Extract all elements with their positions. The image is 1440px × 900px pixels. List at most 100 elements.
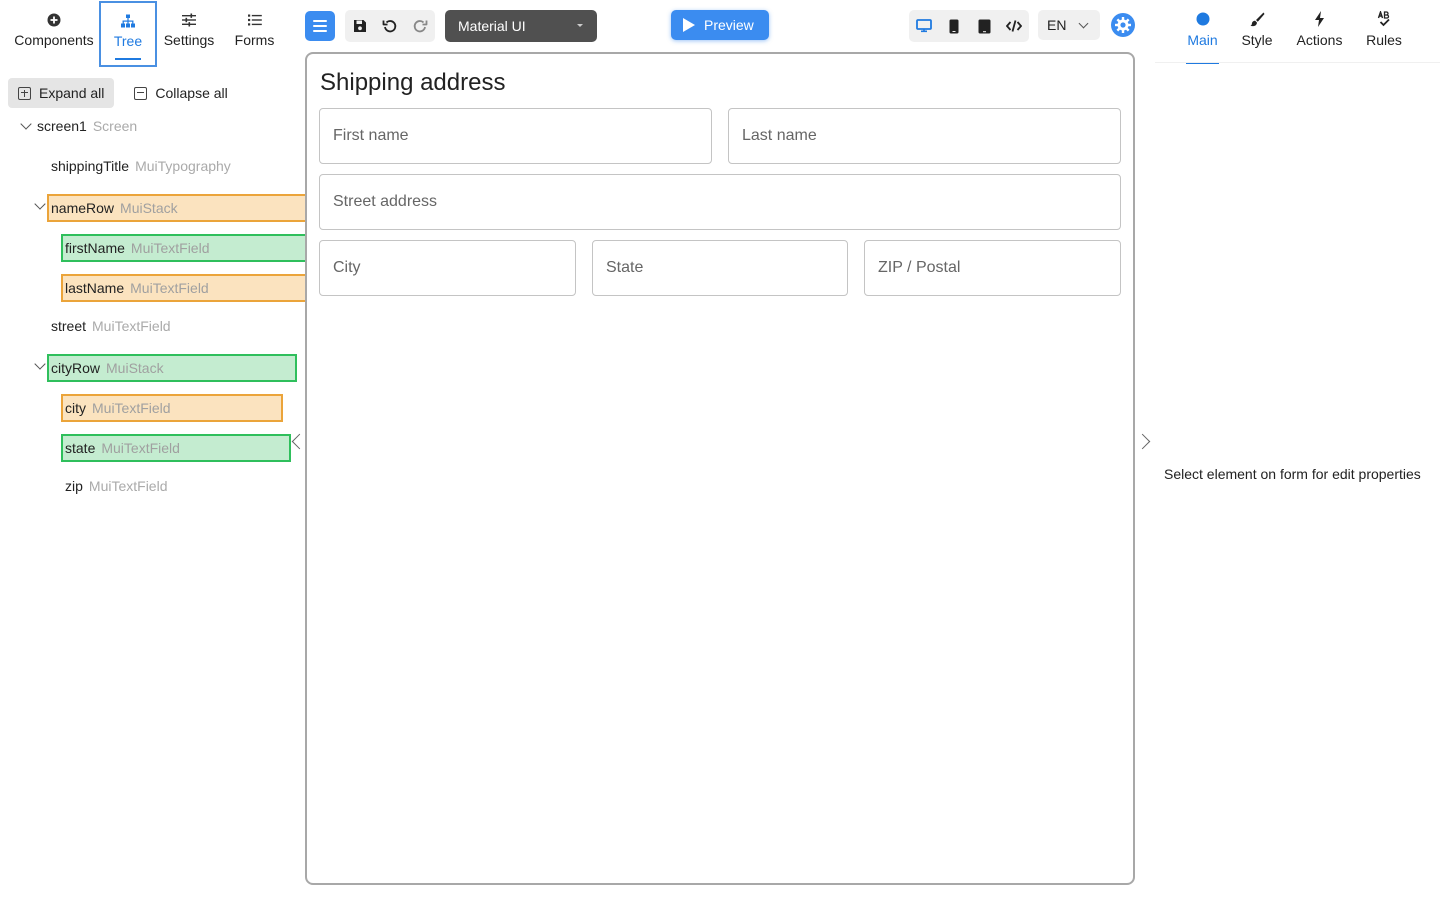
device-toolbar — [909, 10, 1029, 42]
tab-label: Tree — [113, 33, 143, 49]
tab-label: Rules — [1366, 32, 1402, 48]
hamburger-icon — [313, 20, 327, 22]
tree-node-shippingTitle[interactable]: shippingTitle MuiTypography — [51, 152, 231, 180]
node-name: zip — [65, 478, 83, 494]
tree-node-city[interactable]: city MuiTextField — [61, 394, 283, 422]
node-name: street — [51, 318, 87, 334]
expand-icon — [18, 86, 31, 100]
node-name: cityRow — [51, 360, 101, 376]
mobile-view-button[interactable] — [939, 10, 969, 42]
node-name: city — [65, 400, 86, 416]
tree-node-screen1[interactable]: screen1 Screen — [37, 112, 137, 140]
collapse-icon — [134, 86, 148, 100]
rules-icon — [1376, 10, 1392, 28]
state-field[interactable]: State — [592, 240, 848, 296]
tab-style[interactable]: Style — [1240, 10, 1274, 64]
tablet-icon — [978, 19, 990, 33]
mobile-icon — [949, 19, 959, 33]
node-name: state — [65, 440, 96, 456]
caret-down-icon — [577, 24, 583, 27]
tree-node-firstName[interactable]: firstName MuiTextField — [61, 234, 321, 262]
tab-components[interactable]: Components — [6, 2, 102, 66]
tree-node-nameRow[interactable]: nameRow MuiStack — [47, 194, 310, 222]
save-button[interactable] — [345, 10, 375, 42]
tab-rules[interactable]: Rules — [1365, 10, 1403, 64]
language-select[interactable]: EN — [1038, 10, 1100, 40]
tab-label: Actions — [1296, 32, 1343, 48]
left-tabs: Components Tree Settings Forms — [0, 0, 300, 67]
properties-placeholder-message: Select element on form for edit properti… — [1164, 466, 1421, 482]
node-name: lastName — [65, 280, 125, 296]
play-icon — [683, 18, 695, 32]
tab-label: Main — [1187, 32, 1218, 48]
tab-forms[interactable]: Forms — [227, 2, 282, 66]
chevron-down-icon[interactable] — [34, 358, 46, 370]
tree-node-cityRow[interactable]: cityRow MuiStack — [47, 354, 297, 382]
tab-label: Components — [14, 32, 94, 48]
chevron-down-icon[interactable] — [34, 198, 46, 210]
node-type: MuiTextField — [92, 400, 171, 416]
node-type: MuiTextField — [92, 318, 171, 334]
first-name-field[interactable]: First name — [319, 108, 712, 164]
tree-node-lastName[interactable]: lastName MuiTextField — [61, 274, 320, 302]
desktop-icon — [916, 19, 932, 33]
redo-button[interactable] — [405, 10, 435, 42]
code-view-button[interactable] — [999, 10, 1029, 42]
expand-all-label: Expand all — [39, 85, 105, 101]
tree-actions: Expand all Collapse all — [8, 78, 238, 108]
undo-icon — [382, 20, 397, 33]
tree-node-street[interactable]: street MuiTextField — [51, 312, 171, 340]
chevron-down-icon — [1078, 18, 1089, 29]
form-title[interactable]: Shipping address — [320, 69, 505, 97]
save-icon — [354, 20, 366, 32]
collapse-all-label: Collapse all — [155, 85, 228, 101]
hierarchy-icon — [121, 13, 135, 29]
last-name-field[interactable]: Last name — [728, 108, 1121, 164]
tree-node-state[interactable]: state MuiTextField — [61, 434, 291, 462]
theme-select[interactable]: Material UI — [445, 10, 597, 42]
tab-tree[interactable]: Tree — [99, 1, 157, 67]
street-address-field[interactable]: Street address — [319, 174, 1121, 230]
sliders-icon — [182, 12, 196, 28]
node-name: shippingTitle — [51, 158, 130, 174]
city-field[interactable]: City — [319, 240, 576, 296]
node-name: screen1 — [37, 118, 87, 134]
tablet-view-button[interactable] — [969, 10, 999, 42]
theme-select-value: Material UI — [458, 18, 526, 34]
settings-gear-button[interactable] — [1111, 13, 1135, 37]
tab-main[interactable]: Main — [1186, 10, 1219, 64]
zip-field[interactable]: ZIP / Postal — [864, 240, 1121, 296]
node-type: Screen — [92, 118, 138, 134]
menu-button[interactable] — [305, 11, 335, 41]
tab-label: Forms — [234, 32, 275, 48]
node-type: MuiStack — [120, 200, 178, 216]
tab-actions[interactable]: Actions — [1296, 10, 1343, 64]
collapse-right-panel-arrow[interactable] — [1134, 433, 1151, 450]
tree-node-zip[interactable]: zip MuiTextField — [65, 472, 168, 500]
dot-icon — [1196, 10, 1210, 28]
form-canvas[interactable]: Shipping address First name Last name St… — [305, 52, 1135, 885]
redo-icon — [413, 20, 428, 33]
list-icon — [247, 12, 262, 28]
plus-circle-icon — [47, 12, 61, 28]
undo-button[interactable] — [375, 10, 405, 42]
lightning-icon — [1314, 10, 1326, 28]
brush-icon — [1249, 10, 1265, 28]
node-type: MuiTypography — [135, 158, 231, 174]
desktop-view-button[interactable] — [909, 10, 939, 42]
collapse-all-button[interactable]: Collapse all — [124, 78, 237, 108]
language-value: EN — [1047, 17, 1067, 33]
node-name: nameRow — [51, 200, 115, 216]
tab-settings[interactable]: Settings — [160, 2, 218, 66]
node-type: MuiStack — [106, 360, 164, 376]
code-icon — [1006, 20, 1022, 32]
right-panel-divider — [1155, 62, 1440, 63]
chevron-down-icon[interactable] — [20, 118, 32, 130]
history-toolbar — [345, 10, 435, 42]
active-tab-indicator — [115, 58, 141, 60]
gear-icon — [1115, 17, 1131, 33]
node-type: MuiTextField — [130, 240, 210, 256]
expand-all-button[interactable]: Expand all — [8, 78, 115, 108]
preview-label: Preview — [704, 17, 754, 33]
preview-button[interactable]: Preview — [671, 10, 769, 40]
